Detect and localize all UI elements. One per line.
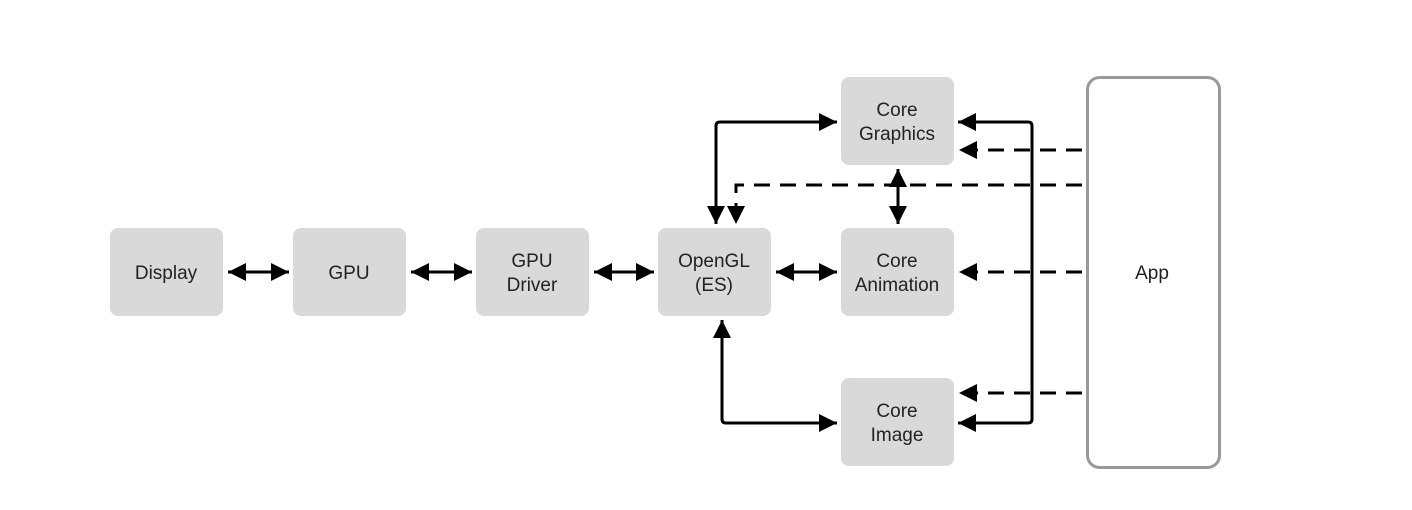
node-label: Image (871, 425, 924, 446)
node-label: Animation (855, 275, 940, 296)
edge-app-opengl (727, 183, 1082, 224)
node-core-animation: Core Animation (841, 228, 954, 316)
node-core-graphics: Core Graphics (841, 77, 954, 165)
node-label: GPU (511, 251, 552, 272)
node-label: OpenGL (678, 251, 750, 272)
node-core-image: Core Image (841, 378, 954, 466)
node-label: Display (135, 263, 198, 284)
graphics-stack-diagram: Display GPU GPU Driver OpenGL (ES) Core … (110, 76, 1221, 469)
node-label: GPU (328, 263, 369, 284)
node-app: App (1086, 76, 1221, 469)
node-label: Core (876, 100, 917, 121)
node-label: Core (876, 401, 917, 422)
node-label: Graphics (859, 124, 935, 145)
edge-opengl-core-image (713, 320, 837, 432)
node-gpu: GPU (293, 228, 406, 316)
node-display: Display (110, 228, 223, 316)
node-label: Core (876, 251, 917, 272)
node-label: App (1135, 263, 1169, 284)
node-label: Driver (507, 275, 558, 296)
node-label: (ES) (695, 275, 733, 296)
node-opengl: OpenGL (ES) (658, 228, 771, 316)
node-gpu-driver: GPU Driver (476, 228, 589, 316)
edge-opengl-core-graphics (707, 113, 837, 224)
